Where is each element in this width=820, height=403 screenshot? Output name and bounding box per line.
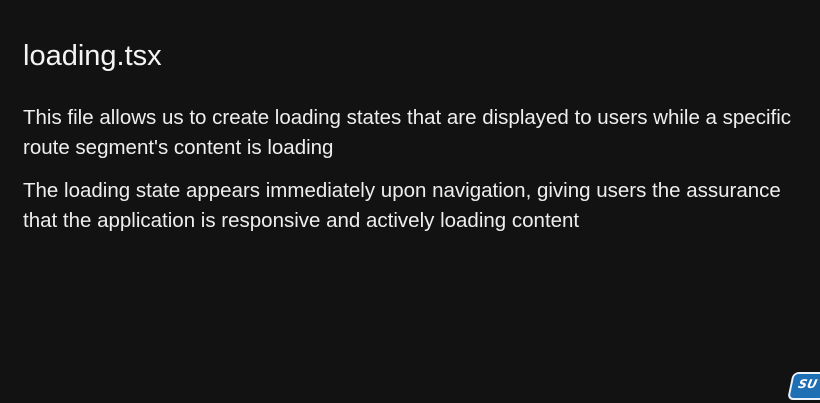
subscribe-badge[interactable]: SU: [787, 372, 820, 400]
subscribe-badge-text: SU: [796, 377, 819, 391]
slide-paragraph-1: This file allows us to create loading st…: [23, 106, 791, 159]
slide: loading.tsx This file allows us to creat…: [0, 0, 820, 403]
slide-paragraph-2: The loading state appears immediately up…: [23, 179, 781, 232]
slide-title: loading.tsx: [23, 40, 162, 72]
